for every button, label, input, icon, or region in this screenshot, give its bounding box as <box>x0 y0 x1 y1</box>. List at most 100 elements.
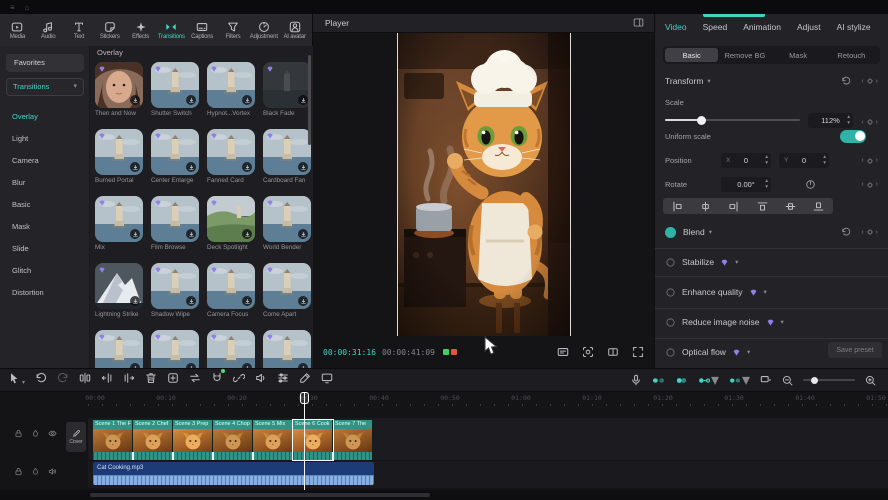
transition-thumbnail[interactable] <box>151 62 199 108</box>
download-icon[interactable] <box>298 296 308 306</box>
object-tracking-icon[interactable] <box>582 346 594 358</box>
library-scrollbar[interactable] <box>308 55 311 145</box>
rotation-dial-icon[interactable] <box>805 179 816 190</box>
home-icon[interactable]: ⌂ <box>25 3 30 12</box>
library-item[interactable] <box>151 330 199 368</box>
align-bottom-icon[interactable] <box>813 201 824 212</box>
fullscreen-icon[interactable] <box>632 346 644 358</box>
freeze-frame-icon[interactable] <box>167 371 179 389</box>
keyframe-pair-icon[interactable] <box>652 374 665 387</box>
mixer-icon[interactable] <box>277 371 289 389</box>
rotate-input[interactable]: 0.00° ▴▾ <box>721 177 771 192</box>
transition-thumbnail[interactable] <box>95 62 143 108</box>
transition-thumbnail[interactable] <box>263 196 311 242</box>
razor-icon[interactable] <box>299 371 311 389</box>
timeline-clip-5[interactable]: Scene 5 Mix <box>253 420 293 460</box>
library-item-hypnot-vortex[interactable]: Hypnot...Vortex <box>207 62 255 117</box>
download-icon[interactable] <box>242 296 252 306</box>
sidebar-item-mask[interactable]: Mask <box>0 216 90 238</box>
microphone-icon[interactable] <box>630 374 642 386</box>
download-icon[interactable] <box>130 95 140 105</box>
sidebar-item-overlay[interactable]: Overlay <box>0 106 90 128</box>
timeline-clip-1[interactable]: Scene 1 The F <box>93 420 133 460</box>
toggle-ring-icon[interactable] <box>665 347 676 358</box>
transition-thumbnail[interactable] <box>151 263 199 309</box>
audio-clip[interactable]: Cat Cooking.mp3 <box>93 462 374 485</box>
uniform-scale-toggle[interactable] <box>840 130 866 143</box>
video-preview[interactable] <box>398 33 570 336</box>
link-icon[interactable] <box>233 371 245 389</box>
transform-box-right-edge[interactable] <box>570 33 571 336</box>
undo-icon[interactable] <box>35 371 47 389</box>
download-icon[interactable] <box>186 229 196 239</box>
keyframe-control[interactable]: ‹› <box>861 156 878 166</box>
magnet-icon[interactable] <box>211 371 223 389</box>
select-tool-icon[interactable]: ▾ <box>8 371 25 389</box>
mute-icon[interactable] <box>31 429 40 438</box>
library-item-mix[interactable]: Mix <box>95 196 143 251</box>
download-icon[interactable] <box>242 95 252 105</box>
transition-thumbnail[interactable] <box>207 330 255 368</box>
keyframe-control[interactable]: ‹› <box>861 180 878 190</box>
align-middle-v-icon[interactable] <box>785 201 796 212</box>
library-item-deck-spotlight[interactable]: Deck Spotlight <box>207 196 255 251</box>
reset-icon[interactable] <box>841 76 851 86</box>
align-center-h-icon[interactable] <box>700 201 711 212</box>
media-tab-transitions[interactable]: Transitions <box>156 21 187 40</box>
library-item-shutter-switch[interactable]: Shutter Switch <box>151 62 199 117</box>
delete-icon[interactable] <box>145 371 157 389</box>
transition-thumbnail[interactable] <box>263 330 311 368</box>
transition-thumbnail[interactable] <box>207 129 255 175</box>
subtab-retouch[interactable]: Retouch <box>825 48 878 62</box>
split-icon[interactable] <box>79 371 91 389</box>
display-mode-icon[interactable] <box>557 346 569 358</box>
scale-slider-thumb[interactable] <box>697 116 706 125</box>
playhead-line[interactable] <box>304 392 305 490</box>
trim-left-icon[interactable] <box>101 371 113 389</box>
media-tab-adjustment[interactable]: Adjustment <box>248 21 279 40</box>
transition-thumbnail[interactable] <box>95 129 143 175</box>
subtab-mask[interactable]: Mask <box>772 48 825 62</box>
transition-thumbnail[interactable] <box>151 330 199 368</box>
transition-thumbnail[interactable] <box>263 62 311 108</box>
timeline-zoom-slider[interactable] <box>803 379 855 381</box>
monitor-icon[interactable] <box>321 371 333 389</box>
tab-animation[interactable]: Animation <box>743 22 781 32</box>
library-item-world-bender[interactable]: World Bender <box>263 196 311 251</box>
sidebar-item-basic[interactable]: Basic <box>0 194 90 216</box>
category-dropdown[interactable]: Transitions ▾ <box>6 78 84 96</box>
position-x-input[interactable]: X 0 ▴▾ <box>721 153 771 168</box>
timeline-clip-4[interactable]: Scene 4 Chop <box>213 420 253 460</box>
sidebar-item-slide[interactable]: Slide <box>0 238 90 260</box>
toggle-ring-icon[interactable] <box>665 317 676 328</box>
transform-box-left-edge[interactable] <box>397 33 398 336</box>
download-icon[interactable] <box>298 162 308 172</box>
download-icon[interactable] <box>130 229 140 239</box>
library-item-shadow-wipe[interactable]: Shadow Wipe <box>151 263 199 318</box>
media-tab-captions[interactable]: Captions <box>187 21 218 40</box>
favorites-button[interactable]: Favorites <box>6 54 84 72</box>
speaker-icon[interactable] <box>255 371 267 389</box>
menu-icon[interactable]: ≡ <box>10 3 15 12</box>
section-reduce-image-noise[interactable]: Reduce image noise▾ <box>655 314 888 330</box>
align-top-icon[interactable] <box>757 201 768 212</box>
keyframe-flag-icon[interactable]: ▾ <box>729 370 750 390</box>
align-left-icon[interactable] <box>672 201 683 212</box>
library-item-then-and-now[interactable]: Then and Now <box>95 62 143 117</box>
mirror-display-icon[interactable] <box>760 374 772 386</box>
transition-thumbnail[interactable] <box>151 129 199 175</box>
transition-thumbnail[interactable] <box>207 263 255 309</box>
tab-ai-stylize[interactable]: AI stylize <box>837 22 871 32</box>
zoom-slider-thumb[interactable] <box>811 377 818 384</box>
zoom-out-icon[interactable] <box>782 375 793 386</box>
download-icon[interactable] <box>186 95 196 105</box>
keyframe-control[interactable]: ‹› <box>861 76 878 86</box>
library-item-center-enlarge[interactable]: Center Enlarge <box>151 129 199 184</box>
keyframe-group-icon[interactable] <box>675 374 688 387</box>
transition-thumbnail[interactable] <box>263 129 311 175</box>
stepper-arrows[interactable]: ▴▾ <box>823 154 826 166</box>
library-item[interactable] <box>263 330 311 368</box>
lock-icon[interactable] <box>14 467 23 476</box>
subtab-basic[interactable]: Basic <box>665 48 718 62</box>
tab-video[interactable]: Video <box>665 22 687 32</box>
